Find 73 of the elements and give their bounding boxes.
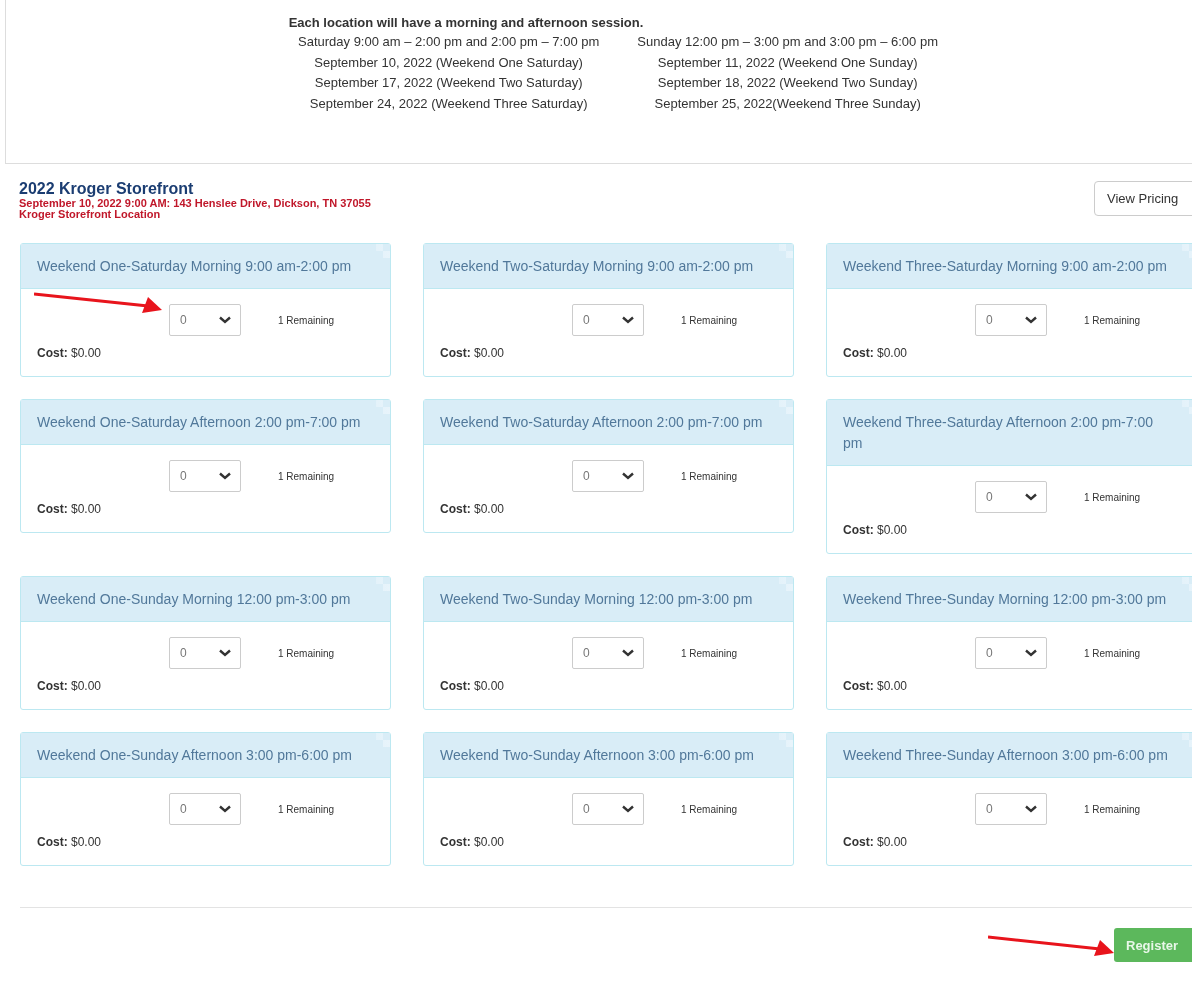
- remaining-count: 1 Remaining: [681, 647, 738, 659]
- schedule-line: September 24, 2022 (Weekend Three Saturday): [309, 94, 588, 113]
- quantity-select[interactable]: 0: [572, 304, 644, 336]
- chevron-down-icon: [1025, 316, 1037, 324]
- session-title: Weekend Two-Saturday Afternoon 2:00 pm-7:00 pm: [440, 413, 764, 432]
- view-pricing-button[interactable]: View Pricing: [1094, 181, 1192, 216]
- schedule-line: September 10, 2022 (Weekend One Saturday): [314, 53, 583, 72]
- remaining-count: 1 Remaining: [1084, 803, 1141, 815]
- session-cost: Cost: $0.00: [843, 835, 909, 849]
- chevron-down-icon: [219, 805, 231, 813]
- chevron-down-icon: [1025, 649, 1037, 657]
- session-title: Weekend Two-Sunday Afternoon 3:00 pm-6:00 pm: [440, 746, 755, 765]
- session-cost: Cost: $0.00: [37, 835, 103, 849]
- schedule-line: September 25, 2022(Weekend Three Sunday): [654, 94, 921, 113]
- quantity-select[interactable]: 0: [572, 793, 644, 825]
- session-cost: Cost: $0.00: [440, 346, 506, 360]
- schedule-line: September 17, 2022 (Weekend Two Saturday): [314, 74, 583, 92]
- session-cost: Cost: $0.00: [440, 679, 506, 693]
- session-title: Weekend One-Saturday Morning 9:00 am-2:00 pm: [37, 257, 353, 276]
- schedule-line: Sunday 12:00 pm – 3:00 pm and 3:00 pm – 6:00 pm: [637, 33, 938, 51]
- remaining-count: 1 Remaining: [278, 470, 335, 482]
- session-title: Weekend Three-Sunday Afternoon 3:00 pm-6:00 pm: [843, 746, 1169, 765]
- chevron-down-icon: [622, 316, 634, 324]
- session-title: Weekend Two-Saturday Morning 9:00 am-2:00 pm: [440, 257, 755, 276]
- session-cost: Cost: $0.00: [843, 346, 909, 360]
- session-title: Weekend Two-Sunday Morning 12:00 pm-3:00 pm: [440, 590, 754, 609]
- remaining-count: 1 Remaining: [681, 803, 738, 815]
- chevron-down-icon: [622, 472, 634, 480]
- chevron-down-icon: [622, 805, 634, 813]
- intro-heading: Each location will have a morning and afternoon session.: [287, 15, 645, 30]
- quantity-select[interactable]: 0: [572, 460, 644, 492]
- chevron-down-icon: [622, 649, 634, 657]
- remaining-count: 1 Remaining: [681, 470, 738, 482]
- remaining-count: 1 Remaining: [278, 803, 335, 815]
- event-detail: Kroger Storefront Location: [19, 209, 162, 220]
- session-cost: Cost: $0.00: [37, 679, 103, 693]
- chevron-down-icon: [219, 316, 231, 324]
- remaining-count: 1 Remaining: [1084, 491, 1141, 503]
- session-title: Weekend One-Sunday Morning 12:00 pm-3:00 pm: [37, 590, 352, 609]
- session-title: Weekend Three-Saturday Afternoon 2:00 pm-7:00 pm: [843, 413, 1154, 453]
- quantity-select[interactable]: 0: [169, 460, 241, 492]
- remaining-count: 1 Remaining: [278, 647, 335, 659]
- quantity-select[interactable]: 0: [169, 793, 241, 825]
- quantity-select[interactable]: 0: [975, 637, 1047, 669]
- quantity-select[interactable]: 0: [975, 793, 1047, 825]
- remaining-count: 1 Remaining: [1084, 647, 1141, 659]
- remaining-count: 1 Remaining: [1084, 314, 1141, 326]
- session-title: Weekend One-Saturday Afternoon 2:00 pm-7:00 pm: [37, 413, 362, 432]
- session-cost: Cost: $0.00: [37, 502, 103, 516]
- schedule-line: September 18, 2022 (Weekend Two Sunday): [657, 74, 918, 92]
- chevron-down-icon: [1025, 805, 1037, 813]
- session-title: Weekend Three-Sunday Morning 12:00 pm-3:00 pm: [843, 590, 1168, 609]
- session-cost: Cost: $0.00: [843, 679, 909, 693]
- schedule-line: Saturday 9:00 am – 2:00 pm and 2:00 pm – 7:00 pm: [298, 33, 600, 51]
- chevron-down-icon: [219, 472, 231, 480]
- event-title: 2022 Kroger Storefront: [19, 180, 195, 198]
- remaining-count: 1 Remaining: [681, 314, 738, 326]
- quantity-select[interactable]: 0: [975, 481, 1047, 513]
- quantity-select[interactable]: 0: [169, 304, 241, 336]
- session-cost: Cost: $0.00: [440, 502, 506, 516]
- chevron-down-icon: [1025, 493, 1037, 501]
- quantity-select[interactable]: 0: [975, 304, 1047, 336]
- schedule-line: September 11, 2022 (Weekend One Sunday): [657, 53, 918, 72]
- session-cost: Cost: $0.00: [440, 835, 506, 849]
- event-detail: September 10, 2022 9:00 AM: 143 Henslee Drive, Dickson, TN 37055: [19, 198, 371, 209]
- session-cost: Cost: $0.00: [843, 523, 909, 537]
- quantity-select[interactable]: 0: [169, 637, 241, 669]
- session-cost: Cost: $0.00: [37, 346, 103, 360]
- session-title: Weekend One-Sunday Afternoon 3:00 pm-6:00 pm: [37, 746, 353, 765]
- chevron-down-icon: [219, 649, 231, 657]
- session-title: Weekend Three-Saturday Morning 9:00 am-2:00 pm: [843, 257, 1168, 276]
- remaining-count: 1 Remaining: [278, 314, 335, 326]
- quantity-select[interactable]: 0: [572, 637, 644, 669]
